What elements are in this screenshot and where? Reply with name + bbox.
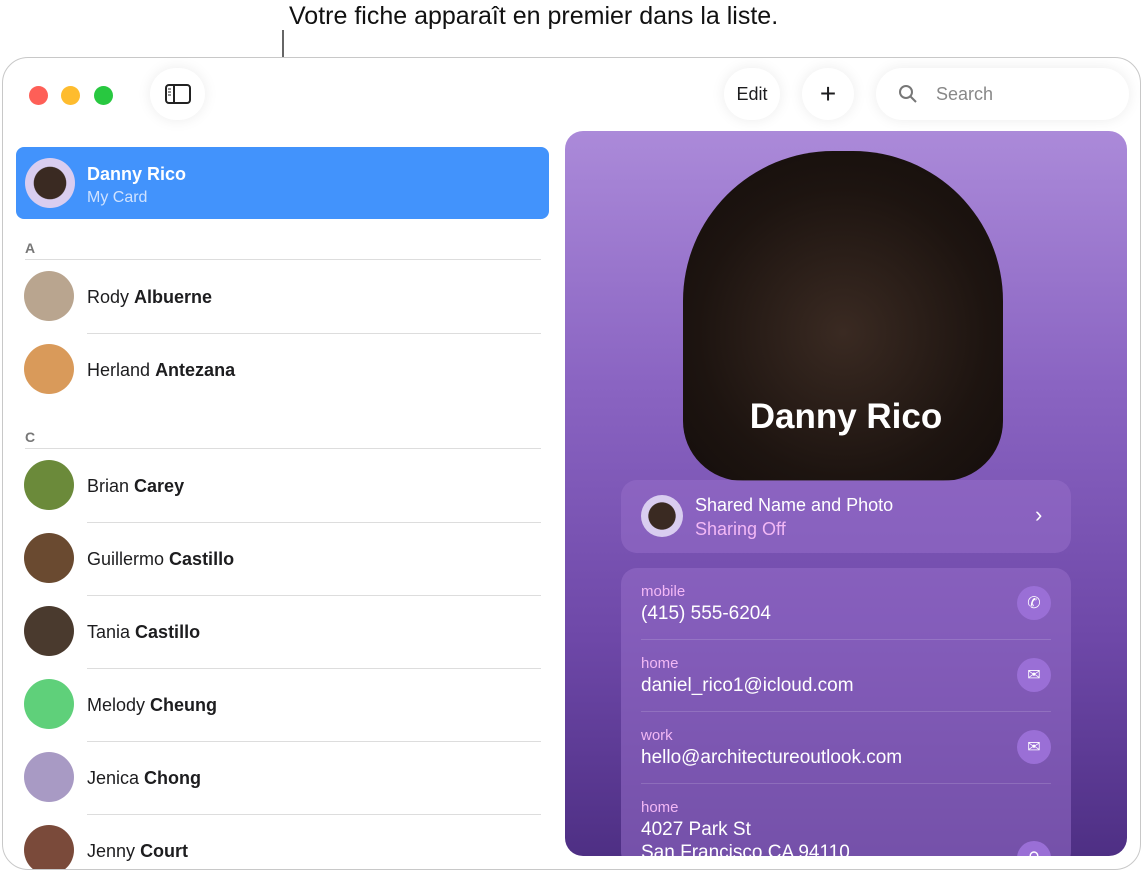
field-value-line2[interactable]: San Francisco CA 94110 (641, 842, 850, 856)
map-pin-button[interactable]: ⚲ (1017, 841, 1051, 856)
first-name: Brian (87, 476, 129, 496)
first-name: Herland (87, 360, 150, 380)
sharing-status: Sharing Off (695, 519, 786, 540)
contact-name: Danny Rico (87, 164, 186, 185)
my-card-label: My Card (87, 189, 147, 207)
last-name: Cheung (150, 695, 217, 715)
close-button[interactable] (29, 86, 48, 105)
contact-row[interactable]: Rody Albuerne (3, 260, 563, 333)
avatar (24, 533, 74, 583)
contact-row[interactable]: Herland Antezana (3, 333, 563, 406)
sidebar-toggle-button[interactable] (150, 68, 205, 120)
section-header: C (25, 429, 35, 445)
contact-name: Tania Castillo (87, 622, 200, 643)
avatar (24, 679, 74, 729)
divider (641, 783, 1051, 784)
field-label: work (641, 727, 673, 744)
contact-row[interactable]: Tania Castillo (3, 595, 563, 668)
last-name: Chong (144, 768, 201, 788)
avatar (24, 460, 74, 510)
search-placeholder: Search (936, 84, 993, 105)
first-name: Jenica (87, 768, 139, 788)
contact-name: Herland Antezana (87, 360, 235, 381)
field-value[interactable]: hello@architectureoutlook.com (641, 747, 902, 769)
divider (641, 711, 1051, 712)
last-name: Castillo (135, 622, 200, 642)
contact-row[interactable]: Melody Cheung (3, 668, 563, 741)
chevron-right-icon: › (1035, 502, 1042, 528)
field-label: home (641, 799, 679, 816)
last-name: Carey (134, 476, 184, 496)
avatar (24, 752, 74, 802)
sidebar-icon (165, 84, 191, 104)
avatar (24, 606, 74, 656)
contact-detail-name: Danny Rico (565, 397, 1127, 437)
shared-title: Shared Name and Photo (695, 495, 893, 516)
contact-name: Guillermo Castillo (87, 549, 234, 570)
add-contact-button[interactable]: + (802, 68, 854, 120)
field-label: home (641, 655, 679, 672)
avatar (641, 495, 683, 537)
search-field[interactable]: Search (876, 68, 1129, 120)
contact-detail-panel: Danny Rico Shared Name and Photo Sharing… (565, 131, 1127, 856)
contact-name: Brian Carey (87, 476, 184, 497)
first-name: Melody (87, 695, 145, 715)
avatar (24, 825, 74, 870)
contact-row[interactable]: Guillermo Castillo (3, 522, 563, 595)
contact-row[interactable]: Jenny Court (3, 814, 563, 870)
contact-name: Jenica Chong (87, 768, 201, 789)
mail-button[interactable]: ✉ (1017, 730, 1051, 764)
minimize-button[interactable] (61, 86, 80, 105)
avatar (24, 271, 74, 321)
contact-name: Jenny Court (87, 841, 188, 862)
last-name: Albuerne (134, 287, 212, 307)
first-name: Jenny (87, 841, 135, 861)
contact-name: Rody Albuerne (87, 287, 212, 308)
field-value[interactable]: 4027 Park St (641, 819, 751, 841)
last-name: Antezana (155, 360, 235, 380)
mail-button[interactable]: ✉ (1017, 658, 1051, 692)
mail-icon: ✉ (1027, 665, 1040, 685)
edit-button[interactable]: Edit (724, 68, 780, 120)
contact-row[interactable]: Jenica Chong (3, 741, 563, 814)
contact-info-card: mobile (415) 555-6204 ✆ home daniel_rico1@ic… (621, 568, 1071, 856)
first-name: Guillermo (87, 549, 164, 569)
section-header: A (25, 240, 35, 256)
zoom-button[interactable] (94, 86, 113, 105)
field-label: mobile (641, 583, 685, 600)
last-name: Court (140, 841, 188, 861)
first-name: Tania (87, 622, 130, 642)
contact-row[interactable]: Brian Carey (3, 449, 563, 522)
phone-button[interactable]: ✆ (1017, 586, 1051, 620)
field-value[interactable]: (415) 555-6204 (641, 603, 771, 625)
avatar (24, 344, 74, 394)
contacts-window: Edit + Search Danny Rico My Card A Rody A… (2, 57, 1141, 870)
callout-text: Votre fiche apparaît en premier dans la … (289, 2, 778, 31)
mail-icon: ✉ (1027, 737, 1040, 757)
search-icon (898, 84, 918, 104)
my-card-row[interactable]: Danny Rico My Card (16, 147, 549, 219)
shared-name-photo-row[interactable]: Shared Name and Photo Sharing Off › (621, 480, 1071, 553)
phone-icon: ✆ (1027, 593, 1040, 613)
first-name: Rody (87, 287, 129, 307)
field-value[interactable]: daniel_rico1@icloud.com (641, 675, 854, 697)
contact-name: Melody Cheung (87, 695, 217, 716)
avatar (25, 158, 75, 208)
divider (641, 639, 1051, 640)
last-name: Castillo (169, 549, 234, 569)
map-pin-icon: ⚲ (1028, 848, 1040, 856)
